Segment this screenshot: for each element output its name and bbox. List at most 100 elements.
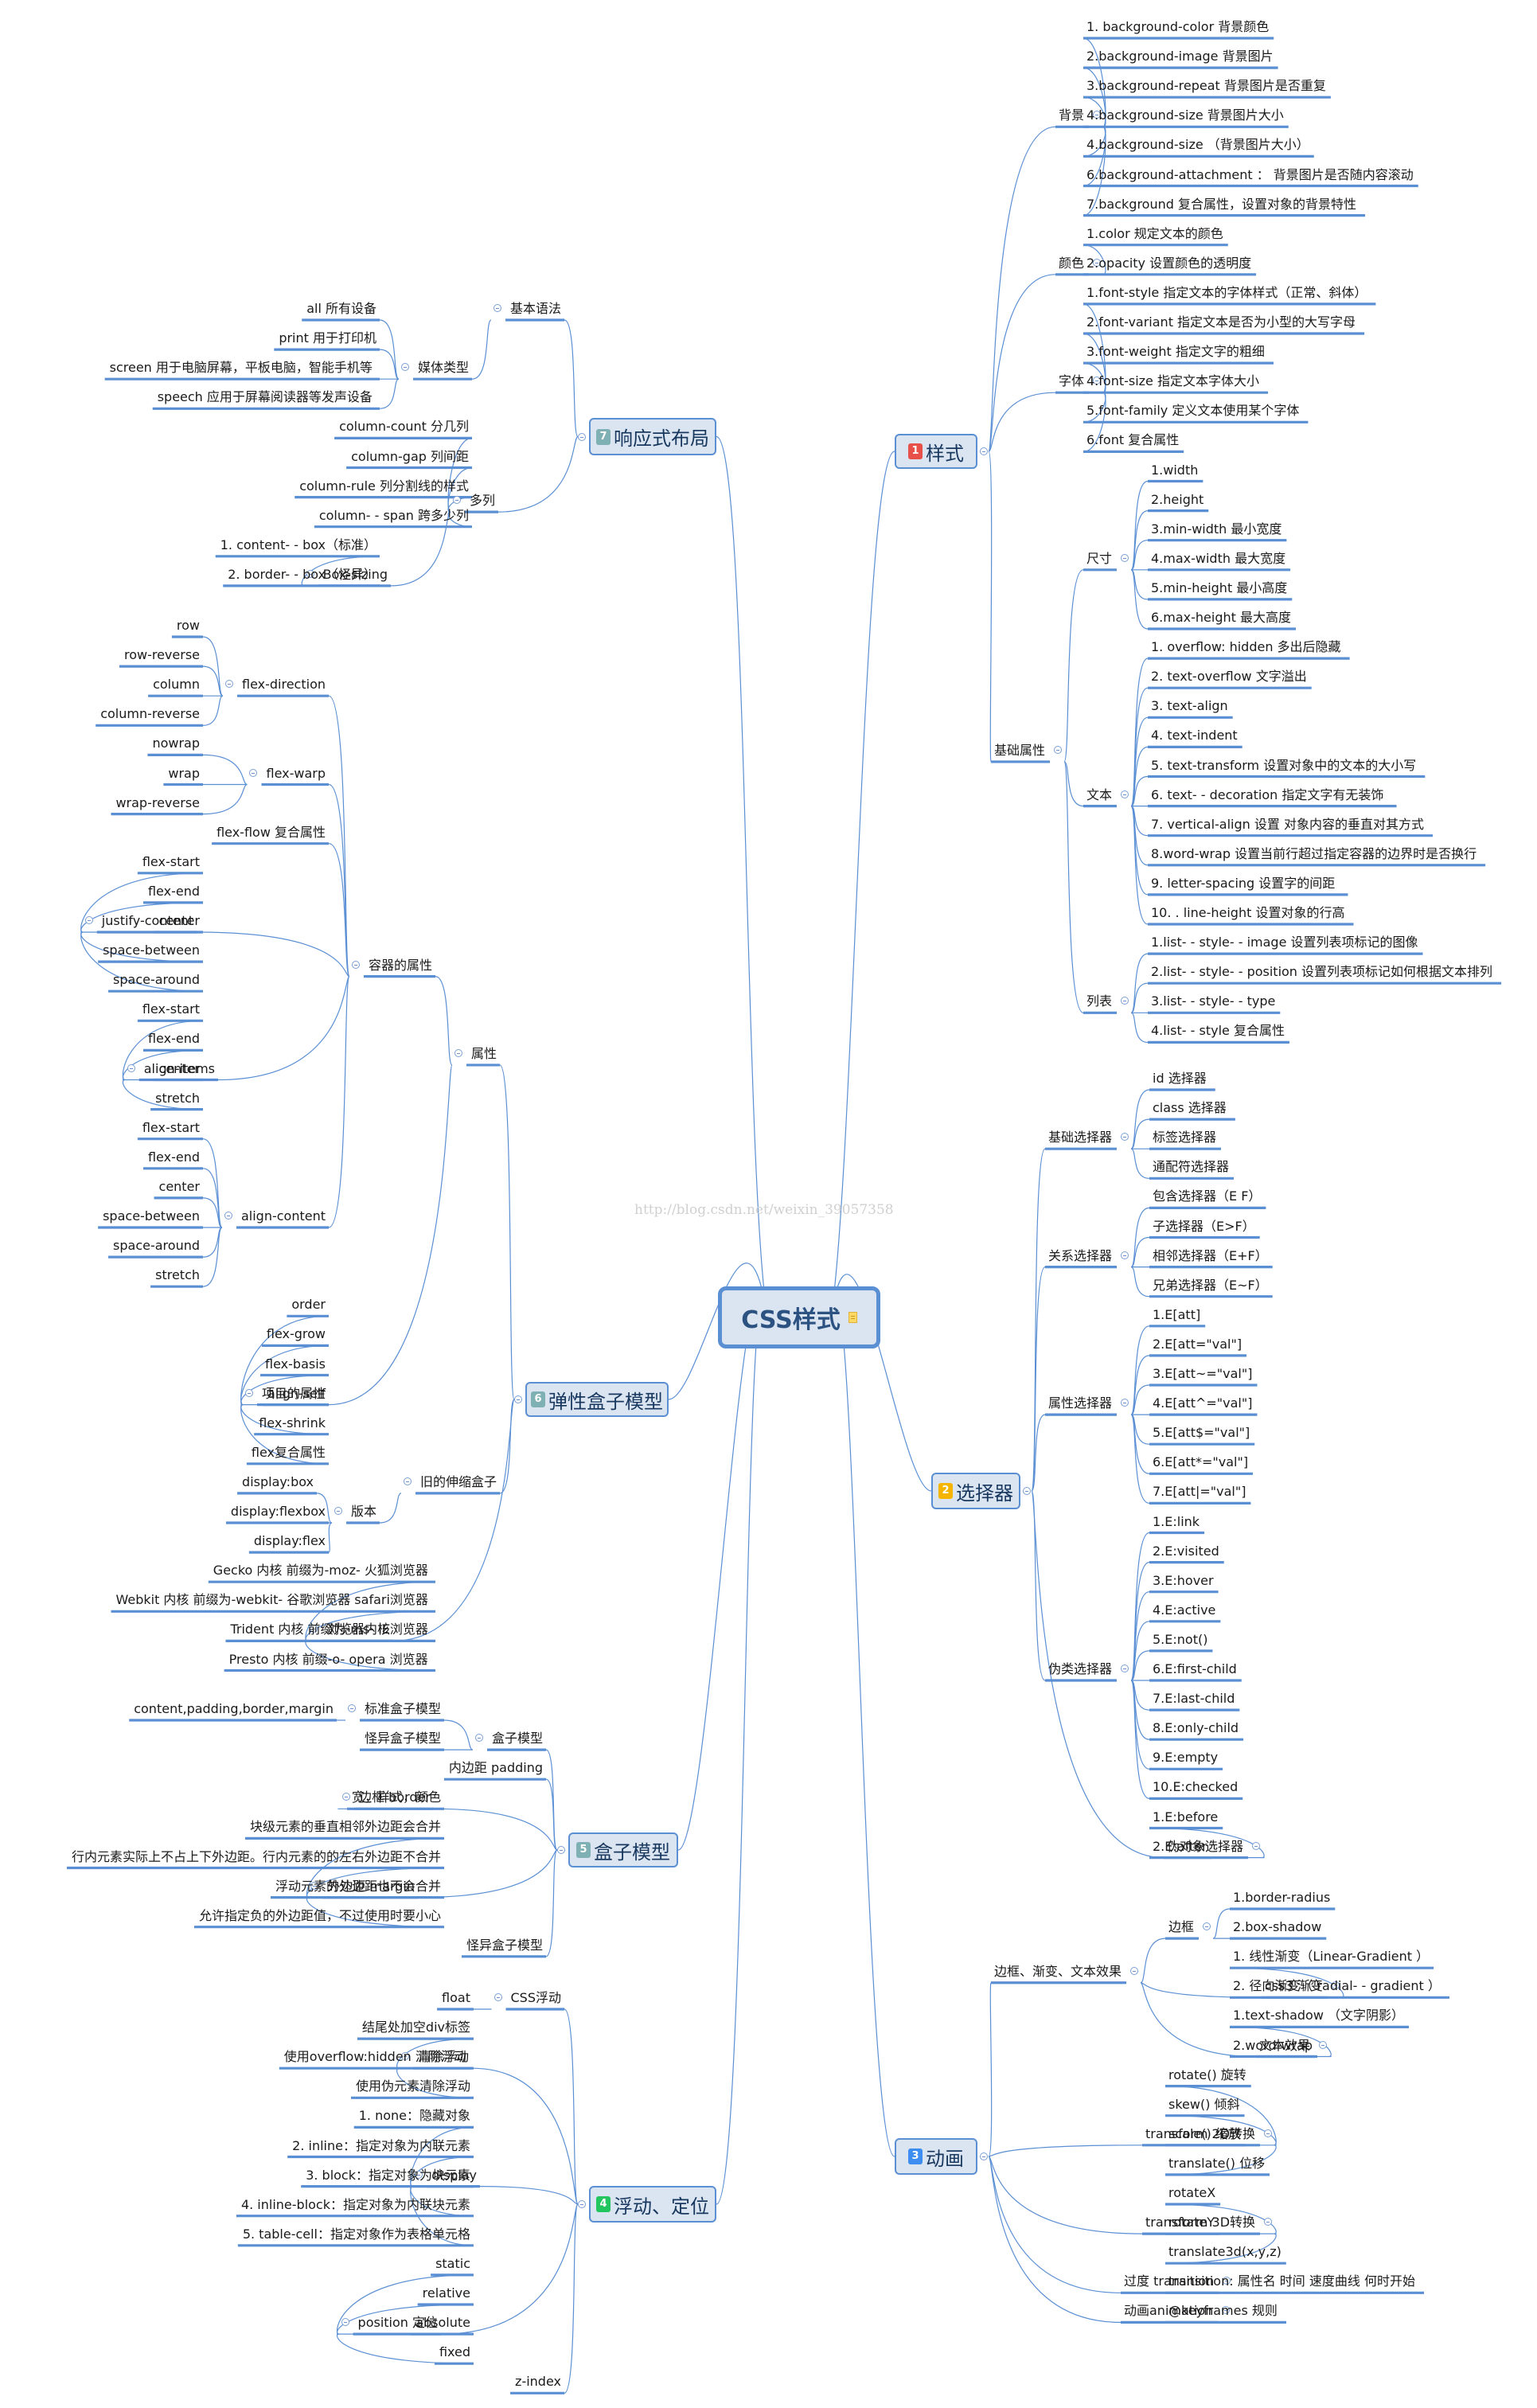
leaf-topic[interactable]: translate() 位移 <box>1168 2156 1265 2172</box>
leaf-topic[interactable]: z-index <box>515 2374 561 2390</box>
leaf-topic[interactable]: flex复合属性 <box>252 1445 326 1461</box>
leaf-topic[interactable]: 1.font-style 指定文本的字体样式（正常、斜体） <box>1086 285 1367 301</box>
collapse-toggle-icon[interactable] <box>224 1212 232 1220</box>
collapse-toggle-icon[interactable] <box>578 2200 586 2208</box>
leaf-topic[interactable]: 相邻选择器（E+F） <box>1153 1248 1268 1264</box>
leaf-topic[interactable]: 1.width <box>1151 462 1198 478</box>
subtopic[interactable]: 颜色 <box>1059 256 1084 271</box>
leaf-topic[interactable]: space-around <box>113 972 200 988</box>
leaf-topic[interactable]: 2.word-wrap <box>1233 2038 1313 2054</box>
subtopic[interactable]: align-content <box>241 1208 326 1224</box>
leaf-topic[interactable]: flex-flow 复合属性 <box>217 825 326 841</box>
collapse-toggle-icon[interactable] <box>244 1388 253 1397</box>
leaf-topic[interactable]: 3. text-align <box>1151 698 1228 714</box>
leaf-topic[interactable]: 10. . line-height 设置对象的行高 <box>1151 905 1344 921</box>
subtopic[interactable]: 属性选择器 <box>1048 1395 1112 1411</box>
subtopic[interactable]: 背景 <box>1059 107 1084 123</box>
leaf-topic[interactable]: 3.min-width 最小宽度 <box>1151 521 1281 537</box>
leaf-topic[interactable]: 2.E[att="val"] <box>1153 1337 1242 1352</box>
leaf-topic[interactable]: 宽，样式，颜色 <box>352 1789 441 1805</box>
leaf-topic[interactable]: 1. overflow: hidden 多出后隐藏 <box>1151 639 1341 655</box>
subtopic[interactable]: 边框 <box>1168 1919 1194 1935</box>
subtopic[interactable]: 伪类选择器 <box>1048 1661 1112 1677</box>
leaf-topic[interactable]: 1.list- - style- - image 设置列表项标记的图像 <box>1151 935 1418 950</box>
leaf-topic[interactable]: 1.border-radius <box>1233 1890 1330 1906</box>
leaf-topic[interactable]: 2. inline：指定对象为内联元素 <box>292 2138 470 2154</box>
leaf-topic[interactable]: wrap <box>168 766 200 782</box>
leaf-topic[interactable]: 3. block：指定对象为块元素 <box>306 2168 470 2184</box>
leaf-topic[interactable]: flex-start <box>142 854 200 870</box>
leaf-topic[interactable]: column-rule 列分割线的样式 <box>299 478 469 494</box>
collapse-toggle-icon[interactable] <box>452 496 461 505</box>
leaf-topic[interactable]: row <box>177 618 200 634</box>
leaf-topic[interactable]: Presto 内核 前缀-o- opera 浏览器 <box>229 1652 428 1668</box>
collapse-toggle-icon[interactable] <box>1121 1251 1129 1259</box>
subtopic[interactable]: flex-direction <box>242 677 326 693</box>
subtopic[interactable]: 关系选择器 <box>1048 1248 1112 1264</box>
collapse-toggle-icon[interactable] <box>225 680 233 689</box>
leaf-topic[interactable]: 4.font-size 指定文本字体大小 <box>1086 373 1259 389</box>
leaf-topic[interactable]: screen 用于电脑屏幕，平板电脑，智能手机等 <box>110 360 373 376</box>
leaf-topic[interactable]: id 选择器 <box>1153 1071 1207 1087</box>
leaf-topic[interactable]: column-gap 列间距 <box>351 449 469 465</box>
leaf-topic[interactable]: 1.text-shadow （文字阴影） <box>1233 2008 1404 2024</box>
collapse-toggle-icon[interactable] <box>1252 1841 1260 1850</box>
leaf-topic[interactable]: 5. table-cell：指定对象作为表格单元格 <box>243 2227 470 2242</box>
leaf-topic[interactable]: 1. 线性渐变（Linear-Gradient ） <box>1233 1949 1429 1965</box>
leaf-topic[interactable]: 3.list- - style- - type <box>1151 993 1275 1009</box>
leaf-topic[interactable]: skew() 倾斜 <box>1168 2097 1240 2113</box>
collapse-toggle-icon[interactable] <box>249 768 258 777</box>
leaf-topic[interactable]: 2. border- - box（怪异） <box>228 567 376 583</box>
leaf-topic[interactable]: 7.background 复合属性，设置对象的背景特性 <box>1086 197 1356 213</box>
leaf-topic[interactable]: 6.E[att*="val"] <box>1153 1454 1248 1470</box>
subtopic[interactable]: 基本语法 <box>510 301 561 317</box>
leaf-topic[interactable]: rotateX <box>1168 2185 1215 2201</box>
leaf-topic[interactable]: 2.font-variant 指定文本是否为小型的大写字母 <box>1086 314 1356 330</box>
collapse-toggle-icon[interactable] <box>341 2318 349 2327</box>
leaf-topic[interactable]: align-self <box>267 1386 326 1402</box>
main-topic-flexbox[interactable]: 6 弹性盒子模型 <box>525 1382 669 1417</box>
leaf-topic[interactable]: 通配符选择器 <box>1153 1159 1229 1175</box>
leaf-topic[interactable]: 内边距 padding <box>449 1760 543 1776</box>
leaf-topic[interactable]: 7.E:last-child <box>1153 1691 1235 1707</box>
leaf-topic[interactable]: fixed <box>439 2344 470 2360</box>
collapse-toggle-icon[interactable] <box>493 1993 502 2001</box>
leaf-topic[interactable]: 兄弟选择器（E~F） <box>1153 1278 1268 1294</box>
leaf-topic[interactable]: 4. text-indent <box>1151 728 1238 743</box>
leaf-topic[interactable]: 2.E:visited <box>1153 1544 1219 1559</box>
collapse-toggle-icon[interactable] <box>493 304 501 312</box>
collapse-toggle-icon[interactable] <box>403 1477 412 1485</box>
collapse-toggle-icon[interactable] <box>342 1793 351 1801</box>
collapse-toggle-icon[interactable] <box>334 1507 342 1515</box>
leaf-topic[interactable]: 允许指定负的外边距值，不过使用时要小心 <box>199 1908 441 1924</box>
collapse-toggle-icon[interactable] <box>347 1704 356 1712</box>
leaf-topic[interactable]: center <box>159 1061 200 1077</box>
leaf-topic[interactable]: 7. vertical-align 设置 对象内容的垂直对其方式 <box>1151 817 1424 833</box>
leaf-topic[interactable]: print 用于打印机 <box>279 330 376 346</box>
leaf-topic[interactable]: 3.font-weight 指定文字的粗细 <box>1086 344 1265 360</box>
leaf-topic[interactable]: Trident 内核 前缀为-ms- IE浏览器 <box>230 1622 427 1637</box>
collapse-toggle-icon[interactable] <box>1121 1665 1129 1672</box>
collapse-toggle-icon[interactable] <box>127 1064 135 1072</box>
subtopic[interactable]: CSS浮动 <box>511 1990 562 2006</box>
leaf-topic[interactable]: wrap-reverse <box>115 795 200 811</box>
leaf-topic[interactable]: 1.E[att] <box>1153 1307 1200 1323</box>
leaf-topic[interactable]: flex-grow <box>267 1326 326 1342</box>
collapse-toggle-icon[interactable] <box>557 1846 565 1854</box>
leaf-topic[interactable]: float <box>442 1990 470 2006</box>
leaf-topic[interactable]: space-between <box>103 943 200 958</box>
subtopic[interactable]: 基础属性 <box>994 743 1045 759</box>
leaf-topic[interactable]: 2.opacity 设置颜色的透明度 <box>1086 256 1251 271</box>
leaf-topic[interactable]: 3.E[att~="val"] <box>1153 1366 1252 1382</box>
leaf-topic[interactable]: all 所有设备 <box>306 301 376 317</box>
leaf-topic[interactable]: 6.background-attachment ： 背景图片是否随内容滚动 <box>1086 167 1414 183</box>
leaf-topic[interactable]: 2.E:after <box>1153 1839 1207 1855</box>
main-topic-style[interactable]: 1 样式 <box>895 434 977 469</box>
leaf-topic[interactable]: 标签选择器 <box>1153 1130 1216 1145</box>
leaf-topic[interactable]: flex-end <box>148 1149 200 1165</box>
leaf-topic[interactable]: transition: 属性名 时间 速度曲线 何时开始 <box>1168 2273 1415 2289</box>
leaf-topic[interactable]: 1. none：隐藏对象 <box>359 2108 470 2124</box>
leaf-topic[interactable]: 4.max-width 最大宽度 <box>1151 551 1285 567</box>
leaf-topic[interactable]: column <box>153 677 200 693</box>
leaf-topic[interactable]: absolute <box>415 2315 470 2331</box>
